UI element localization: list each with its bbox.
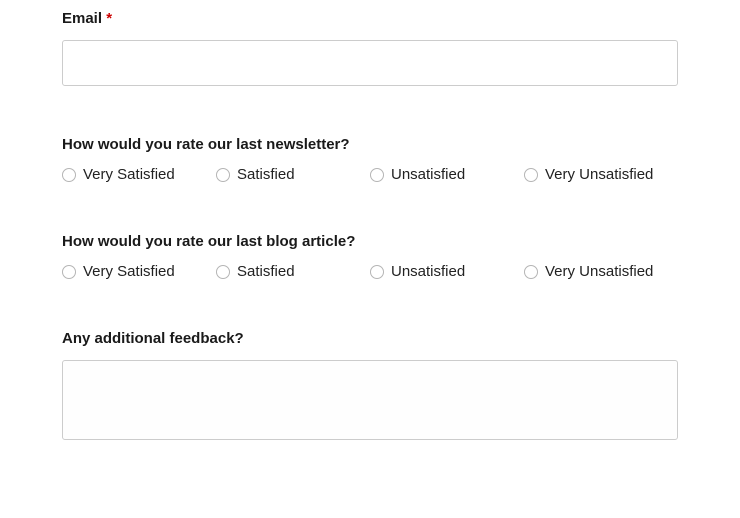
feedback-textarea[interactable] xyxy=(62,360,678,440)
newsletter-option-very-unsatisfied[interactable]: Very Unsatisfied xyxy=(524,166,678,183)
option-label: Very Satisfied xyxy=(83,166,175,183)
feedback-label: Any additional feedback? xyxy=(62,330,678,348)
blog-question-label: How would you rate our last blog article… xyxy=(62,233,678,251)
field-blog-rating: How would you rate our last blog article… xyxy=(62,233,678,280)
field-additional-feedback: Any additional feedback? xyxy=(62,330,678,445)
newsletter-option-unsatisfied[interactable]: Unsatisfied xyxy=(370,166,524,183)
blog-options: Very Satisfied Satisfied Unsatisfied Ver… xyxy=(62,263,678,280)
email-label: Email * xyxy=(62,10,678,28)
newsletter-options: Very Satisfied Satisfied Unsatisfied Ver… xyxy=(62,166,678,183)
option-label: Very Satisfied xyxy=(83,263,175,280)
option-label: Very Unsatisfied xyxy=(545,166,653,183)
blog-option-satisfied[interactable]: Satisfied xyxy=(216,263,370,280)
option-label: Satisfied xyxy=(237,263,295,280)
newsletter-option-satisfied[interactable]: Satisfied xyxy=(216,166,370,183)
option-label: Satisfied xyxy=(237,166,295,183)
survey-form: Email * How would you rate our last news… xyxy=(0,0,740,445)
option-label: Very Unsatisfied xyxy=(545,263,653,280)
radio-icon xyxy=(62,168,76,182)
blog-option-unsatisfied[interactable]: Unsatisfied xyxy=(370,263,524,280)
radio-icon xyxy=(216,168,230,182)
field-email: Email * xyxy=(62,10,678,86)
radio-icon xyxy=(216,265,230,279)
required-marker: * xyxy=(106,10,112,27)
radio-icon xyxy=(370,265,384,279)
newsletter-option-very-satisfied[interactable]: Very Satisfied xyxy=(62,166,216,183)
newsletter-question-label: How would you rate our last newsletter? xyxy=(62,136,678,154)
email-input[interactable] xyxy=(62,40,678,86)
email-label-text: Email xyxy=(62,10,102,27)
option-label: Unsatisfied xyxy=(391,166,465,183)
radio-icon xyxy=(524,265,538,279)
field-newsletter-rating: How would you rate our last newsletter? … xyxy=(62,136,678,183)
radio-icon xyxy=(524,168,538,182)
option-label: Unsatisfied xyxy=(391,263,465,280)
radio-icon xyxy=(62,265,76,279)
blog-option-very-unsatisfied[interactable]: Very Unsatisfied xyxy=(524,263,678,280)
radio-icon xyxy=(370,168,384,182)
blog-option-very-satisfied[interactable]: Very Satisfied xyxy=(62,263,216,280)
